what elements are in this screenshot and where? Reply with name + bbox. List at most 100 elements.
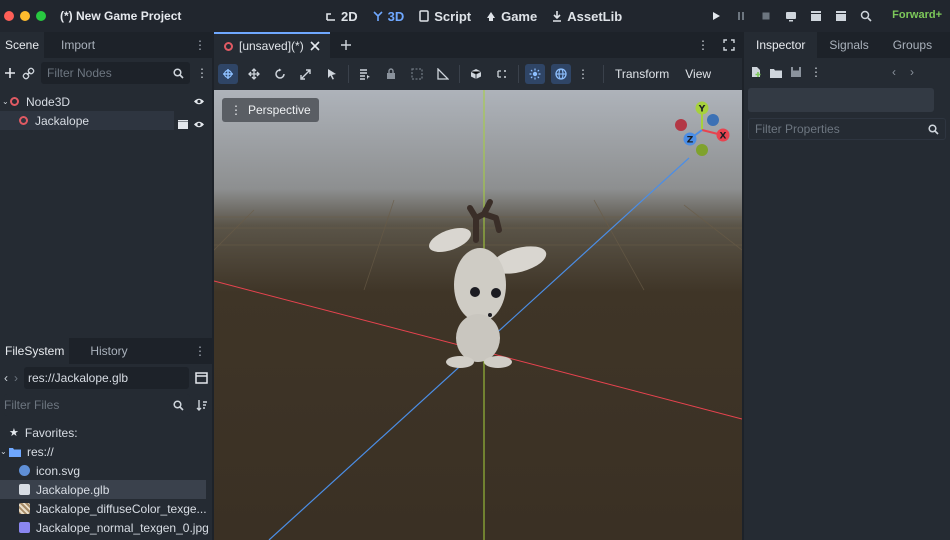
scene-tabs-menu-icon[interactable]: ⋮ <box>697 38 709 52</box>
split-view-icon[interactable] <box>195 372 208 384</box>
toggle-environment-button[interactable] <box>551 64 571 84</box>
workspace-tab-label: Script <box>434 8 472 24</box>
open-in-editor-icon[interactable] <box>177 119 189 130</box>
lock-button[interactable] <box>381 64 401 84</box>
stop-icon <box>762 12 770 20</box>
forward-arrow-icon[interactable]: › <box>14 371 18 385</box>
tree-node-jackalope[interactable]: Jackalope <box>0 111 174 130</box>
snap-button[interactable] <box>492 64 512 84</box>
add-scene-tab-icon[interactable] <box>340 39 352 51</box>
pause-button[interactable] <box>733 8 749 24</box>
object-selector[interactable] <box>748 88 934 112</box>
workspace-tab-script[interactable]: Script <box>418 9 471 24</box>
toolbar-divider <box>603 65 604 83</box>
collapse-arrow-icon[interactable]: ⌄ <box>0 447 9 456</box>
filter-properties-input[interactable]: Filter Properties <box>748 118 946 140</box>
tab-signals[interactable]: Signals <box>817 32 880 58</box>
3d-viewport[interactable]: ⋮ Perspective Y X Z <box>214 90 742 540</box>
tab-groups[interactable]: Groups <box>881 32 944 58</box>
list-select-button[interactable] <box>355 64 375 84</box>
scene-dock-tabs: Scene Import ⋮ <box>0 32 212 58</box>
orientation-gizmo[interactable]: Y X Z <box>670 99 734 163</box>
sort-icon[interactable] <box>196 399 208 411</box>
tab-inspector[interactable]: Inspector <box>744 32 818 58</box>
group-button[interactable] <box>407 64 427 84</box>
path-field[interactable]: res://Jackalope.glb <box>24 367 189 389</box>
play-button[interactable] <box>708 8 724 24</box>
open-folder-icon[interactable] <box>770 67 782 78</box>
close-icon[interactable] <box>310 41 320 51</box>
node3d-icon <box>19 116 28 125</box>
distraction-free-icon[interactable] <box>723 39 735 51</box>
workspace-tab-3d[interactable]: 3D <box>372 9 404 24</box>
workspace-tab-game[interactable]: Game <box>485 9 537 24</box>
favorites-row[interactable]: ★ Favorites: <box>0 423 212 442</box>
history-forward-icon[interactable]: › <box>910 65 914 79</box>
workspace-tab-assetlib[interactable]: AssetLib <box>551 9 622 24</box>
transform-mode-button[interactable] <box>218 64 238 84</box>
view-menu[interactable]: View <box>680 67 716 81</box>
environment-menu-icon[interactable]: ⋮ <box>577 67 589 81</box>
minimize-window-button[interactable] <box>20 11 30 21</box>
assetlib-icon <box>553 11 562 22</box>
filter-properties-placeholder: Filter Properties <box>755 122 840 136</box>
visibility-eye-icon[interactable] <box>193 97 205 106</box>
filter-nodes-input[interactable]: Filter Nodes <box>41 62 190 84</box>
stop-button[interactable] <box>758 8 774 24</box>
tab-history[interactable]: History <box>85 338 132 364</box>
2d-icon <box>326 13 335 21</box>
folder-res-row[interactable]: ⌄ res:// <box>0 442 212 461</box>
visibility-eye-icon[interactable] <box>193 120 205 129</box>
local-space-button[interactable] <box>466 64 486 84</box>
svg-file-icon <box>19 465 30 476</box>
filesystem-dock-menu-icon[interactable]: ⋮ <box>194 344 206 358</box>
tab-filesystem[interactable]: FileSystem <box>0 338 70 364</box>
workspace-tab-2d[interactable]: 2D <box>325 9 358 24</box>
viewport-scene[interactable] <box>214 90 742 540</box>
move-mode-button[interactable] <box>244 64 264 84</box>
3d-icon <box>373 11 383 21</box>
file-row[interactable]: Jackalope_diffuseColor_texge... <box>0 499 212 518</box>
play-custom-scene-button[interactable] <box>833 8 849 24</box>
new-resource-icon[interactable] <box>750 66 762 78</box>
toggle-sun-button[interactable] <box>525 64 545 84</box>
filter-nodes-placeholder: Filter Nodes <box>47 66 112 80</box>
gizmo-neg-x[interactable] <box>675 119 687 131</box>
movie-maker-button[interactable] <box>858 8 874 24</box>
tree-node-node3d[interactable]: ⌄ Node3D <box>0 92 212 111</box>
pause-icon <box>738 12 744 20</box>
tab-import[interactable]: Import <box>56 32 100 58</box>
select-mode-button[interactable] <box>322 64 342 84</box>
file-row[interactable]: icon.svg <box>0 461 212 480</box>
play-scene-button[interactable] <box>808 8 824 24</box>
back-arrow-icon[interactable]: ‹ <box>4 371 8 385</box>
save-icon[interactable] <box>790 66 802 78</box>
gizmo-neg-y[interactable] <box>696 144 708 156</box>
scene-file-icon <box>19 484 30 495</box>
renderer-selector[interactable]: Forward+ <box>892 9 942 21</box>
transform-menu[interactable]: Transform <box>610 67 674 81</box>
perspective-menu[interactable]: ⋮ Perspective <box>222 98 319 122</box>
remote-debug-button[interactable] <box>783 8 799 24</box>
scene-options-icon[interactable]: ⋮ <box>196 66 208 80</box>
gizmo-neg-z[interactable] <box>707 114 719 126</box>
inspector-menu-icon[interactable]: ⋮ <box>810 65 822 79</box>
scene-dock-menu-icon[interactable]: ⋮ <box>194 38 206 52</box>
link-icon[interactable] <box>22 67 35 80</box>
add-node-icon[interactable] <box>4 67 16 79</box>
jackalope-model[interactable] <box>426 199 549 368</box>
file-row[interactable]: Jackalope.glb <box>0 480 206 499</box>
close-window-button[interactable] <box>4 11 14 21</box>
maximize-window-button[interactable] <box>36 11 46 21</box>
history-back-icon[interactable]: ‹ <box>892 65 896 79</box>
filter-files-input[interactable]: Filter Files <box>4 394 190 416</box>
scale-mode-button[interactable] <box>296 64 316 84</box>
file-row[interactable]: Jackalope_normal_texgen_0.jpg <box>0 518 212 537</box>
scene-tab-unsaved[interactable]: [unsaved](*) <box>214 32 330 58</box>
inspector-filter-row: Filter Properties <box>744 114 950 144</box>
ruler-button[interactable] <box>433 64 453 84</box>
rotate-mode-button[interactable] <box>270 64 290 84</box>
inspector-dock-tabs: Inspector Signals Groups <box>744 32 950 58</box>
collapse-arrow-icon[interactable]: ⌄ <box>0 97 10 106</box>
tab-scene[interactable]: Scene <box>0 32 45 58</box>
